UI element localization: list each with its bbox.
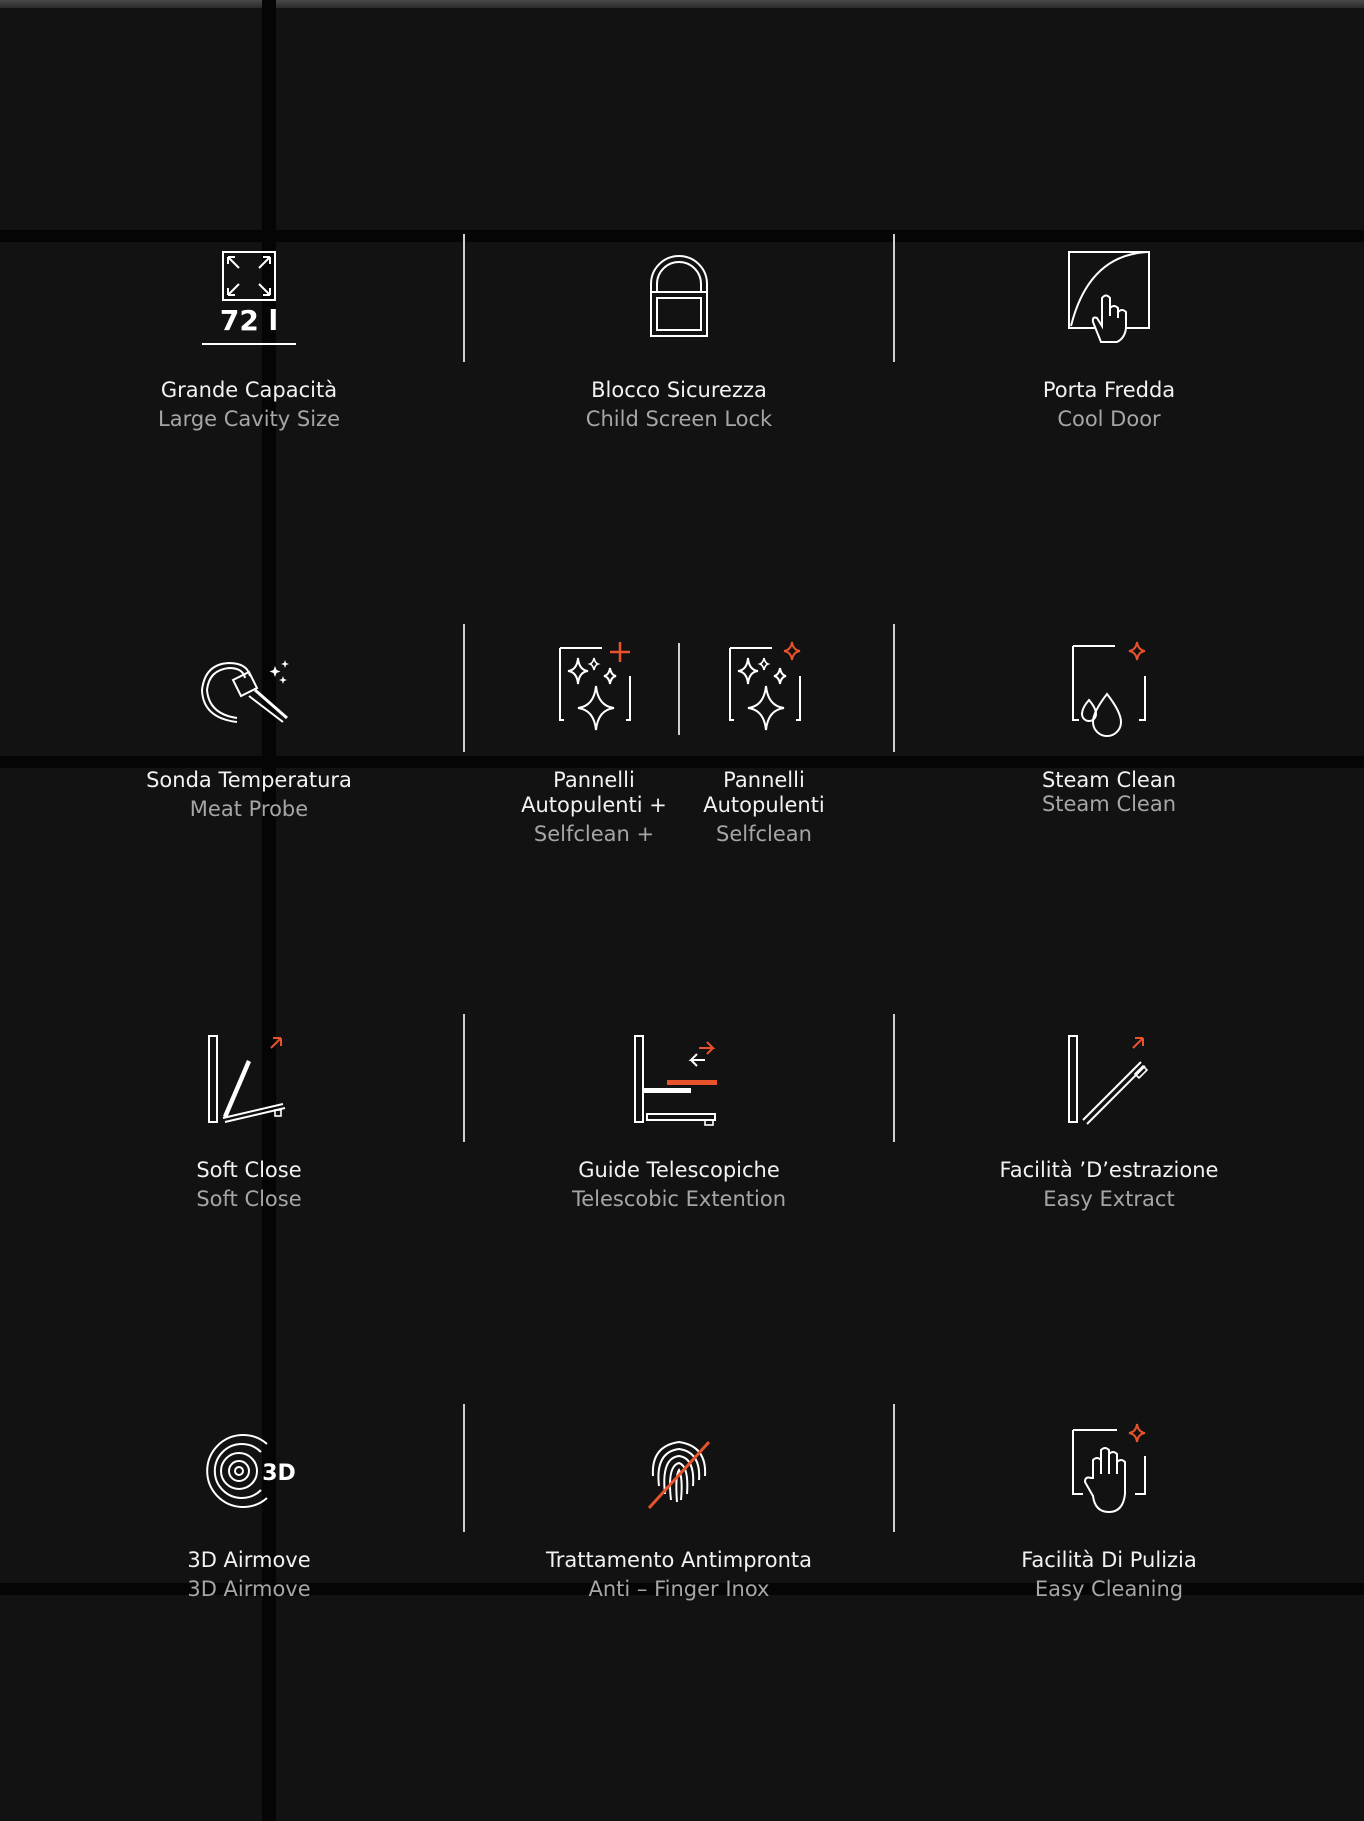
selfclean-plus-icon [559, 642, 631, 731]
feature-selfclean: Pannelli Autopulenti Selfclean [674, 636, 854, 848]
column-divider [463, 1014, 465, 1142]
feature-title-en: Easy Cleaning [1034, 1577, 1184, 1601]
feature-title-it: Facilità Di Pulizia [1021, 1548, 1197, 1572]
column-divider [893, 234, 895, 362]
feature-title-it: Guide Telescopiche [578, 1158, 780, 1182]
feature-title-en: Selfclean + [533, 822, 655, 846]
band-horizontal [0, 230, 1364, 242]
feature-easy-extract: Facilità ’D’estrazione Easy Extract [959, 1026, 1259, 1213]
top-edge [0, 0, 1364, 8]
feature-title-en: Selfclean [716, 822, 812, 846]
feature-title-en: Anti – Finger Inox [588, 1577, 770, 1601]
feature-child-lock: Blocco Sicurezza Child Screen Lock [529, 246, 829, 433]
column-divider [893, 1014, 895, 1142]
telescopic-rails-icon [634, 1035, 717, 1126]
feature-title-it: Soft Close [196, 1158, 302, 1182]
feature-title-it: Sonda Temperatura [146, 768, 352, 792]
easy-extract-icon [1068, 1035, 1149, 1125]
feature-title-en: Soft Close [196, 1187, 302, 1211]
column-divider [463, 234, 465, 362]
feature-title-en: Large Cavity Size [158, 407, 340, 431]
feature-title-it: Blocco Sicurezza [591, 378, 767, 402]
feature-title-en: Steam Clean [1041, 792, 1177, 816]
hand-clean-icon [1072, 1423, 1146, 1514]
padlock-icon [650, 255, 708, 337]
selfclean-icon [729, 641, 801, 731]
feature-title-en: Telescobic Extention [571, 1187, 787, 1211]
feature-title-en: 3D Airmove [187, 1577, 311, 1601]
3d-airmove-icon: 3D [206, 1434, 296, 1508]
feature-title-en: Child Screen Lock [585, 407, 773, 431]
feature-title-en: Cool Door [1057, 407, 1161, 431]
feature-title-it: Grande Capacità [160, 378, 338, 402]
feature-steam-clean: Steam Clean Steam Clean [959, 636, 1259, 818]
expand-arrows-icon: 72 l [202, 251, 296, 345]
column-divider [463, 624, 465, 752]
svg-text:72 l: 72 l [220, 304, 278, 337]
feature-cool-door: Porta Fredda Cool Door [959, 246, 1259, 433]
fingerprint-crossed-icon [647, 1440, 711, 1510]
feature-title-it: Steam Clean [1041, 768, 1177, 792]
feature-telescopic: Guide Telescopiche Telescobic Extention [529, 1026, 829, 1213]
cool-door-touch-icon [1068, 251, 1150, 343]
feature-3d-airmove: 3D 3D Airmove 3D Airmove [99, 1416, 399, 1603]
column-divider [893, 1404, 895, 1532]
feature-anti-finger: Trattamento Antimpronta Anti – Finger In… [529, 1416, 829, 1603]
column-divider [463, 1404, 465, 1532]
feature-selfclean-plus: Pannelli Autopulenti + Selfclean + [504, 636, 684, 848]
feature-meat-probe: Sonda Temperatura Meat Probe [99, 636, 399, 823]
svg-text:3D: 3D [262, 1461, 296, 1486]
feature-easy-cleaning: Facilità Di Pulizia Easy Cleaning [959, 1416, 1259, 1603]
feature-title-en: Meat Probe [189, 797, 309, 821]
column-divider [893, 624, 895, 752]
feature-title-it: Pannelli Autopulenti + [521, 768, 667, 817]
feature-title-it: Facilità ’D’estrazione [999, 1158, 1219, 1182]
feature-title-it: Trattamento Antimpronta [546, 1548, 812, 1572]
meat-probe-icon [200, 660, 289, 723]
feature-title-it: Porta Fredda [1042, 378, 1176, 402]
steam-drop-icon [1072, 641, 1146, 737]
feature-soft-close: Soft Close Soft Close [99, 1026, 399, 1213]
feature-title-en: Easy Extract [1043, 1187, 1175, 1211]
soft-close-door-icon [208, 1035, 286, 1123]
feature-large-cavity: 72 l Grande Capacità Large Cavity Size [99, 246, 399, 433]
feature-title-it: 3D Airmove [187, 1548, 311, 1572]
feature-title-it: Pannelli Autopulenti [703, 768, 825, 817]
